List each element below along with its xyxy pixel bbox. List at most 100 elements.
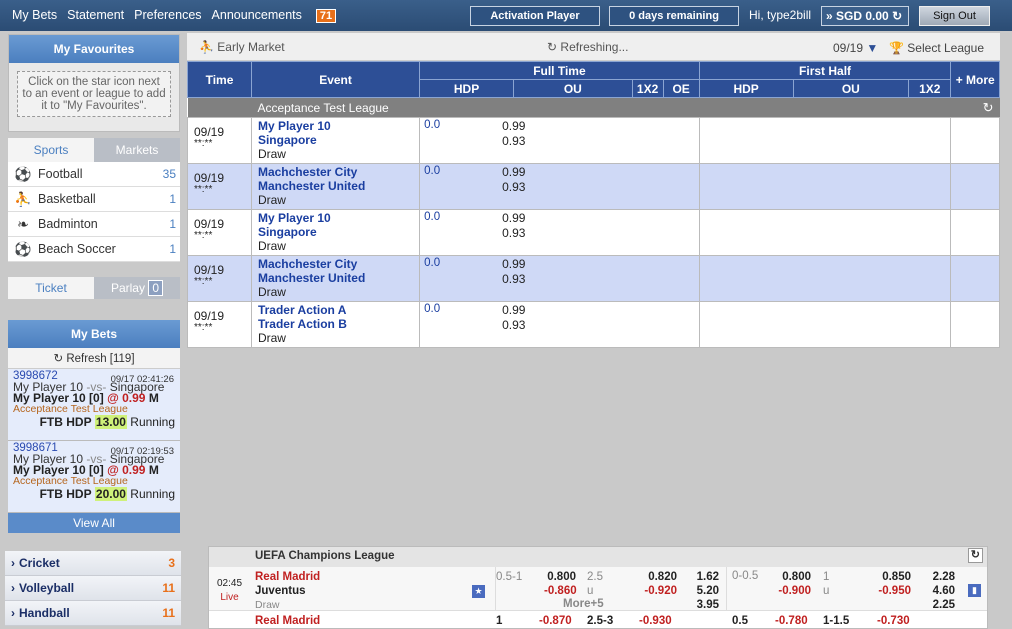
odds-value[interactable]: -0.920	[639, 584, 677, 598]
odds-pair: 0.99 0.93	[444, 256, 525, 287]
sport-item-cricket[interactable]: › Cricket 3	[5, 551, 181, 576]
event-teams: My Player 10 Singapore Draw	[250, 117, 421, 164]
odds-value[interactable]: -0.860	[544, 584, 577, 598]
balance-box[interactable]: » SGD 0.00 ↻	[821, 6, 909, 26]
menu-my-bets[interactable]: My Bets	[12, 8, 57, 23]
odds-value[interactable]: -0.950	[873, 584, 911, 598]
player-icon: ⛹	[199, 40, 214, 54]
live-time: 02:45	[217, 578, 243, 589]
sport-item-beach-soccer[interactable]: ⚽ Beach Soccer 1	[8, 237, 180, 262]
sport-item-football[interactable]: ⚽ Football 35	[8, 162, 180, 187]
away-team: Manchester United	[257, 271, 366, 285]
odds-value[interactable]: 0.99	[502, 257, 525, 272]
bet-status-line: FTB HDP 13.00 Running	[13, 415, 175, 429]
header-event: Event	[250, 61, 421, 98]
odds-value[interactable]: 0.99	[502, 211, 525, 226]
odds-value[interactable]: -0.780	[775, 615, 808, 627]
refresh-icon[interactable]: ↻	[892, 9, 902, 23]
odds-value[interactable]: -0.930	[639, 615, 672, 627]
odds-value[interactable]: -0.870	[539, 615, 572, 627]
stats-icon[interactable]: ▮	[968, 584, 981, 597]
sport-item-basketball[interactable]: ⛹ Basketball 1	[8, 187, 180, 212]
odds-value[interactable]: 0.99	[502, 165, 525, 180]
odds-value[interactable]: -0.730	[877, 615, 910, 627]
date-selector[interactable]: 09/19 ▼	[833, 41, 878, 55]
event-date: 09/19	[194, 217, 225, 231]
odds-value[interactable]: 1.62	[691, 570, 719, 584]
sign-out-button[interactable]: Sign Out	[919, 6, 990, 26]
event-date: 09/19	[194, 309, 225, 323]
header-more[interactable]: + More	[950, 61, 1000, 98]
bet-league: Acceptance Test League	[13, 403, 128, 415]
odds-value[interactable]: 0.93	[502, 134, 525, 149]
odds-value[interactable]: 0.93	[502, 272, 525, 287]
market-header: ⛹ Early Market ↻ Refreshing... 09/19 ▼ 🏆…	[187, 33, 1000, 61]
odds-value[interactable]: 2.28	[925, 570, 955, 584]
odds-value[interactable]: 0.93	[502, 318, 525, 333]
event-time: 09/19 **:**	[187, 163, 252, 210]
odds-value[interactable]: 0.99	[502, 119, 525, 134]
odds-value[interactable]: 0.820	[639, 570, 677, 584]
event-time: 09/19 **:**	[187, 209, 252, 256]
sport-name: Handball	[19, 606, 70, 620]
star-icon[interactable]: ★	[472, 585, 485, 598]
draw-label: Draw	[257, 147, 286, 161]
refreshing-label: Refreshing...	[560, 40, 629, 54]
top-bar: My Bets Statement Preferences Announceme…	[0, 0, 1012, 31]
event-time: 09/19 **:**	[187, 117, 252, 164]
event-teams: Machchester City Manchester United Draw	[250, 163, 421, 210]
bet-league: Acceptance Test League	[13, 475, 128, 487]
away-team: Trader Action B	[257, 317, 347, 331]
odds-value[interactable]: 0.800	[544, 570, 576, 584]
other-sports-list: › Cricket 3 › Volleyball 11 › Handball 11	[5, 551, 181, 626]
odds-value[interactable]: 3.95	[691, 598, 719, 612]
chevron-right-icon: ›	[11, 606, 15, 620]
bets-refresh[interactable]: ↻ Refresh [119]	[8, 348, 180, 369]
basketball-icon: ⛹	[14, 190, 32, 207]
bet-type: M	[148, 463, 159, 477]
sport-item-badminton[interactable]: ❧ Badminton 1	[8, 212, 180, 237]
odds-value[interactable]: 0.850	[873, 570, 911, 584]
announcements-badge: 71	[315, 9, 337, 23]
fh-odds	[698, 255, 952, 302]
tab-ticket[interactable]: Ticket	[8, 277, 94, 299]
tab-markets[interactable]: Markets	[94, 138, 180, 162]
days-remaining-button[interactable]: 0 days remaining	[609, 6, 739, 26]
odds-value[interactable]: 5.20	[691, 584, 719, 598]
event-clock: **:**	[194, 184, 213, 195]
refresh-icon[interactable]: ↻	[983, 100, 994, 116]
bet-slip: 3998672 09/17 02:41:26 My Player 10 -vs-…	[8, 369, 180, 441]
menu-announcements[interactable]: Announcements 71	[212, 8, 347, 23]
menu-preferences[interactable]: Preferences	[134, 8, 201, 23]
odds-value[interactable]: 0.93	[502, 226, 525, 241]
odds-value[interactable]: 2.25	[925, 598, 955, 612]
sport-count: 11	[162, 581, 175, 595]
odds-value[interactable]: 0.93	[502, 180, 525, 195]
refresh-icon[interactable]: ↻	[967, 548, 983, 563]
fh-ou-line: 1	[823, 571, 830, 583]
tab-sports[interactable]: Sports	[8, 138, 94, 162]
sport-item-volleyball[interactable]: › Volleyball 11	[5, 576, 181, 601]
select-league-button[interactable]: 🏆 Select League	[889, 41, 984, 55]
tab-parlay[interactable]: Parlay 0	[94, 277, 180, 299]
activation-player-button[interactable]: Activation Player	[470, 6, 600, 26]
odds-value[interactable]: 0.99	[502, 303, 525, 318]
odds-value[interactable]: 0.800	[777, 570, 811, 584]
menu-statement[interactable]: Statement	[67, 8, 124, 23]
early-market-label: Early Market	[217, 40, 285, 54]
view-all-button[interactable]: View All	[8, 513, 180, 533]
trophy-icon: 🏆	[889, 41, 904, 55]
chevron-down-icon: ▼	[866, 41, 879, 55]
sport-name: Football	[38, 167, 83, 181]
event-row: 09/19 **:** Machchester City Manchester Un…	[187, 255, 1000, 302]
event-date: 09/19	[194, 263, 225, 277]
odds-value[interactable]: -0.900	[777, 584, 811, 598]
sport-name: Basketball	[38, 192, 96, 206]
bet-status: Running	[130, 415, 175, 429]
more-markets-link[interactable]: More+5	[563, 598, 604, 610]
sport-item-handball[interactable]: › Handball 11	[5, 601, 181, 626]
header-ft-oe: OE	[662, 79, 700, 98]
sport-name: Cricket	[19, 556, 60, 570]
odds-value[interactable]: 4.60	[925, 584, 955, 598]
away-team: Manchester United	[257, 179, 366, 193]
